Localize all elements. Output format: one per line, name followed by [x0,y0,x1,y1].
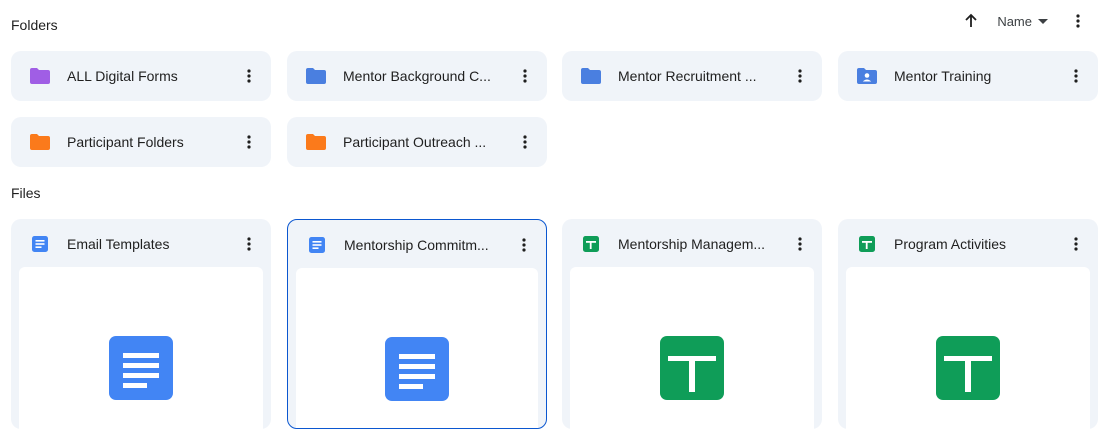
files-section-title: Files [11,185,41,201]
google-sheets-icon [936,336,1000,400]
file-thumbnail [296,268,538,428]
file-name: Email Templates [67,236,170,252]
folder-more-button[interactable] [239,130,259,154]
view-toolbar: Name [959,10,1090,32]
more-vert-icon [522,238,526,252]
folder-card[interactable]: Participant Folders [11,117,271,167]
folders-section-title: Folders [11,17,58,33]
more-vert-icon [798,237,802,251]
folder-icon [581,68,601,84]
folder-name: Participant Outreach ... [343,134,487,150]
more-vert-icon [523,69,527,83]
file-name: Program Activities [894,236,1007,252]
folder-card[interactable]: Mentor Background C... [287,51,547,101]
file-name: Mentorship Managem... [618,236,766,252]
folder-icon [306,134,326,150]
folder-card[interactable]: Participant Outreach ... [287,117,547,167]
more-vert-icon [247,69,251,83]
file-name: Mentorship Commitm... [344,237,489,253]
folder-more-button[interactable] [1066,64,1086,88]
more-vert-icon [247,237,251,251]
more-vert-icon [1074,69,1078,83]
file-card[interactable]: Mentorship Managem... [562,219,822,429]
folder-more-button[interactable] [515,64,535,88]
google-docs-icon [32,236,48,252]
sort-by-name-button[interactable]: Name [997,14,1048,29]
more-vert-icon [1076,14,1080,28]
more-vert-icon [523,135,527,149]
file-more-button[interactable] [514,233,534,257]
file-thumbnail [846,267,1090,429]
google-docs-icon [309,237,325,253]
sort-label: Name [997,13,1032,29]
file-more-button[interactable] [1066,232,1086,256]
file-more-button[interactable] [790,232,810,256]
google-sheets-icon [583,236,599,252]
folder-icon [30,68,50,84]
google-sheets-icon [859,236,875,252]
arrow-up-icon [965,13,977,27]
folder-card[interactable]: ALL Digital Forms [11,51,271,101]
google-docs-icon [385,337,449,401]
file-card[interactable]: Email Templates [11,219,271,429]
caret-down-icon [1038,18,1048,24]
file-thumbnail [19,267,263,429]
folder-name: ALL Digital Forms [67,68,178,84]
file-card[interactable]: Program Activities [838,219,1098,429]
folder-more-button[interactable] [515,130,535,154]
folder-more-button[interactable] [790,64,810,88]
folder-card[interactable]: Mentor Recruitment ... [562,51,822,101]
more-options-button[interactable] [1066,10,1090,32]
file-card[interactable]: Mentorship Commitm... [287,219,547,429]
file-more-button[interactable] [239,232,259,256]
more-vert-icon [798,69,802,83]
more-vert-icon [1074,237,1078,251]
folder-name: Mentor Training [894,68,992,84]
more-vert-icon [247,135,251,149]
folder-name: Participant Folders [67,134,184,150]
folder-name: Mentor Recruitment ... [618,68,757,84]
folder-name: Mentor Background C... [343,68,491,84]
file-thumbnail [570,267,814,429]
folder-more-button[interactable] [239,64,259,88]
google-sheets-icon [660,336,724,400]
folder-card[interactable]: Mentor Training [838,51,1098,101]
shared-folder-icon [857,68,877,84]
folder-icon [30,134,50,150]
folder-icon [306,68,326,84]
sort-direction-button[interactable] [959,10,983,32]
google-docs-icon [109,336,173,400]
